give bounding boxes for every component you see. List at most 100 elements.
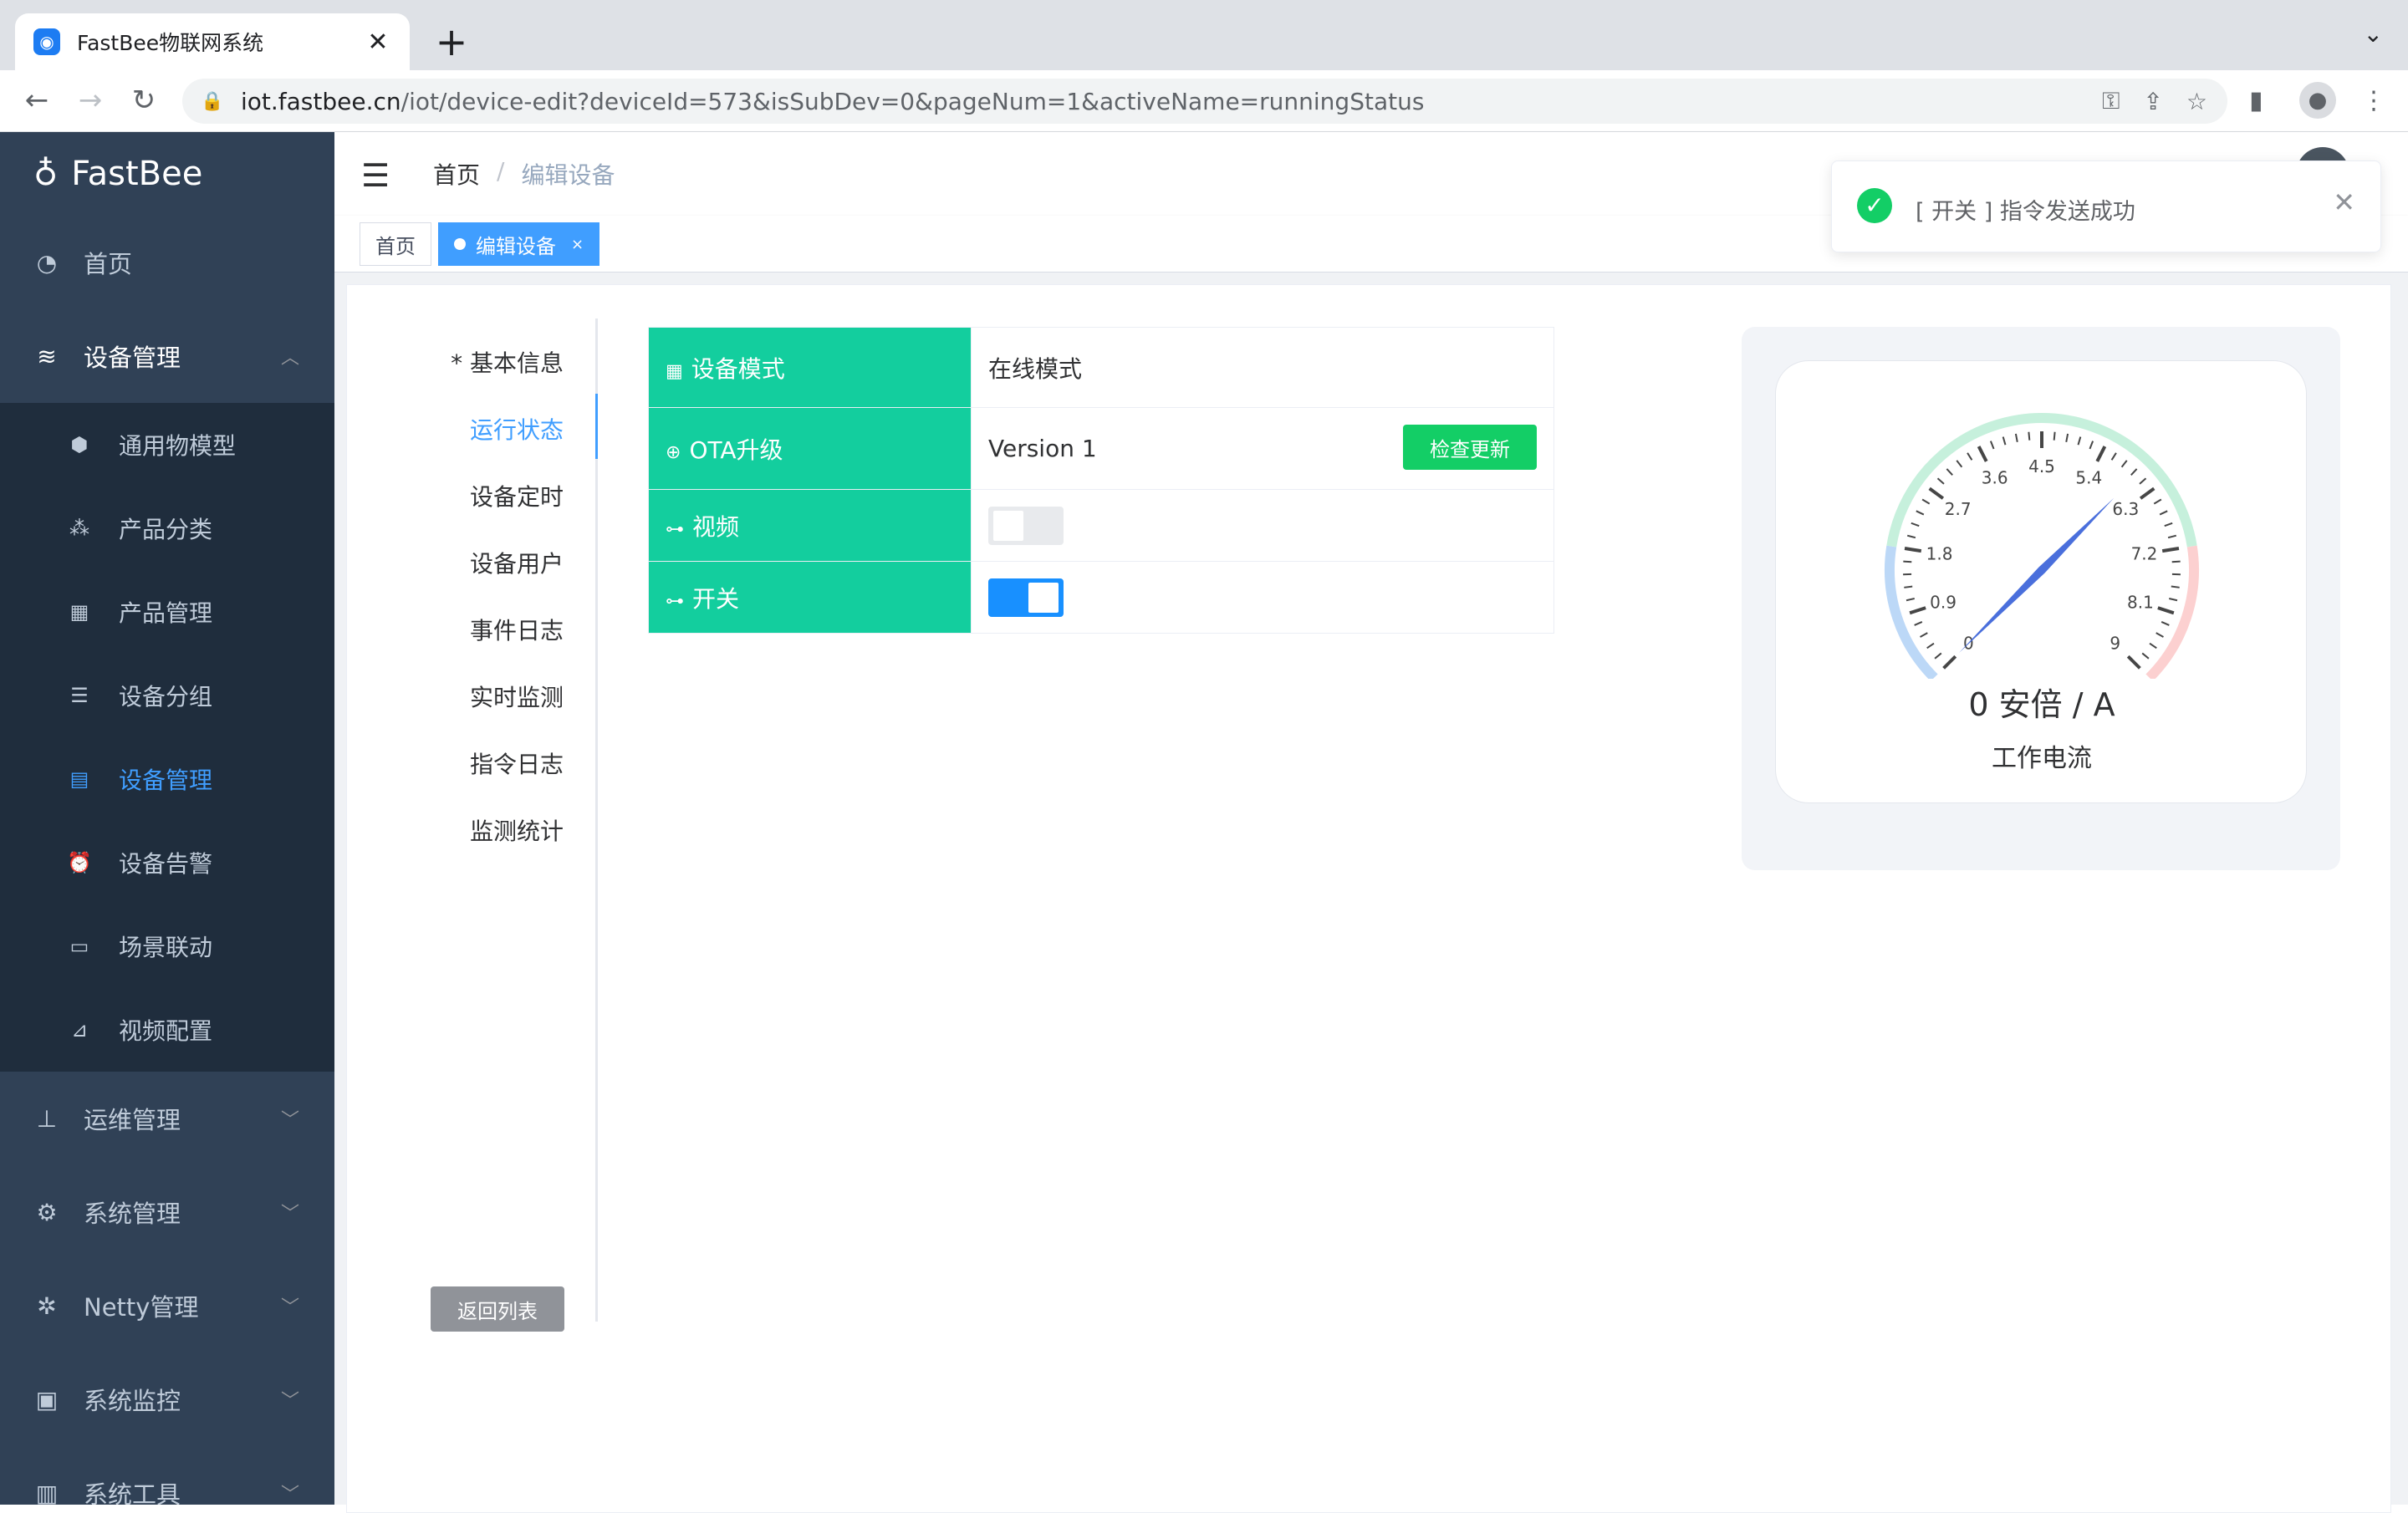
- gauge-minor-tick: [2028, 432, 2029, 441]
- hamburger-icon[interactable]: ☰: [361, 157, 390, 194]
- gauge-tick-label: 8.1: [2127, 592, 2154, 612]
- vertical-tabs: * 基本信息 运行状态 设备定时 设备用户 事件日志 实时监测 指令日志 监测统…: [347, 318, 598, 1322]
- tab-search-chevron-icon[interactable]: ⌄: [2364, 20, 2383, 48]
- breadcrumb-home[interactable]: 首页: [433, 157, 480, 191]
- tab-device-users[interactable]: 设备用户: [470, 546, 564, 579]
- row-label-text: OTA升级: [689, 436, 783, 464]
- sidebar-item-label: 运维管理: [84, 1101, 181, 1136]
- sidebar-item-device-group[interactable]: ☰ 设备分组: [0, 654, 334, 737]
- switch-knob: [1028, 583, 1059, 613]
- sitemap-icon: ⊥: [32, 1105, 62, 1133]
- server-icon: ▤: [67, 767, 92, 791]
- gauge-panel: 00.91.82.73.64.55.46.37.28.19 0 安倍 / A 工…: [1742, 327, 2340, 870]
- tag-close-icon[interactable]: ×: [571, 236, 584, 253]
- power-switch[interactable]: [988, 578, 1064, 617]
- back-arrow-icon[interactable]: ←: [18, 82, 55, 119]
- tab-command-log[interactable]: 指令日志: [470, 746, 564, 780]
- sidebar-item-monitor[interactable]: ▣ 系统监控 ﹀: [0, 1353, 334, 1446]
- monitor-icon: ▣: [32, 1386, 62, 1414]
- sidebar-item-label: Netty管理: [84, 1288, 198, 1323]
- breadcrumb-separator: /: [497, 157, 504, 191]
- sidebar-item-device-alarm[interactable]: ⏰ 设备告警: [0, 821, 334, 904]
- power-switch-cell: [972, 562, 1554, 634]
- gauge-major-tick: [1944, 656, 1956, 668]
- ota-version-cell: Version 1 检查更新: [972, 408, 1554, 490]
- sidebar-item-home[interactable]: ◔ 首页: [0, 216, 334, 309]
- sidebar-item-ops[interactable]: ⊥ 运维管理 ﹀: [0, 1072, 334, 1165]
- row-label-text: 开关: [692, 585, 739, 613]
- gauge-tick-label: 5.4: [2075, 468, 2102, 488]
- gauge-major-tick: [2158, 608, 2174, 613]
- browser-tab[interactable]: ◉ FastBee物联网系统 ✕: [15, 13, 410, 70]
- tab-realtime-monitor[interactable]: 实时监测: [470, 680, 564, 713]
- tree-icon: ⁂: [67, 517, 92, 540]
- browser-menu-icon[interactable]: ⋮: [2361, 82, 2386, 119]
- table-row: ⊶开关: [649, 562, 1554, 634]
- tag-home[interactable]: 首页: [360, 222, 431, 266]
- sidebar-item-device-management[interactable]: ≋ 设备管理 ︿: [0, 309, 334, 403]
- gauge-pointer: [1959, 498, 2114, 653]
- tab-monitor-stats[interactable]: 监测统计: [470, 813, 564, 847]
- scene-icon: ▭: [67, 935, 92, 958]
- tab-running-status[interactable]: 运行状态: [470, 412, 564, 446]
- share-icon[interactable]: ⇪: [2143, 88, 2162, 115]
- sidebar-item-device-list[interactable]: ▤ 设备管理: [0, 737, 334, 821]
- gauge-name: 工作电流: [1776, 737, 2308, 774]
- check-update-button[interactable]: 检查更新: [1403, 425, 1537, 470]
- toast-close-icon[interactable]: ✕: [2333, 186, 2355, 218]
- sidebar-item-tools[interactable]: ▥ 系统工具 ﹀: [0, 1446, 334, 1505]
- row-label-text: 视频: [692, 513, 739, 541]
- sidebar-item-thing-model[interactable]: ⬢ 通用物模型: [0, 403, 334, 487]
- sidebar-item-video-config[interactable]: ⊿ 视频配置: [0, 988, 334, 1072]
- sidebar-item-label: 系统监控: [84, 1382, 181, 1417]
- lock-icon[interactable]: 🔒: [201, 91, 226, 112]
- tab-event-log[interactable]: 事件日志: [470, 613, 564, 646]
- video-switch[interactable]: [988, 507, 1064, 545]
- sidebar-item-scene-linkage[interactable]: ▭ 场景联动: [0, 904, 334, 988]
- gauge-minor-tick: [2122, 461, 2127, 467]
- forward-arrow-icon[interactable]: →: [72, 82, 109, 119]
- row-label: ▦设备模式: [649, 328, 972, 408]
- breadcrumb-current: 编辑设备: [521, 157, 615, 191]
- gauge-major-tick: [1910, 608, 1926, 613]
- device-mode-value: 在线模式: [972, 328, 1554, 408]
- gauge-minor-tick: [1927, 644, 1934, 649]
- network-icon: ✲: [32, 1292, 62, 1320]
- tag-edit-device[interactable]: 编辑设备 ×: [438, 222, 599, 266]
- sidebar-item-product-management[interactable]: ▦ 产品管理: [0, 570, 334, 654]
- list-icon: ☰: [67, 684, 92, 707]
- tab-basic-info[interactable]: * 基本信息: [451, 345, 564, 379]
- profile-avatar-icon[interactable]: ●: [2299, 82, 2336, 119]
- side-panel-icon[interactable]: ▮: [2249, 82, 2263, 119]
- app-main: * 基本信息 运行状态 设备定时 设备用户 事件日志 实时监测 指令日志 监测统…: [334, 273, 2408, 1505]
- current-gauge: 00.91.82.73.64.55.46.37.28.19: [1776, 361, 2308, 679]
- sidebar-item-label: 产品分类: [119, 512, 212, 545]
- star-icon[interactable]: ☆: [2186, 88, 2207, 115]
- key-icon[interactable]: ⚿: [2102, 87, 2120, 115]
- layers-icon: ≋: [32, 343, 62, 370]
- gauge-minor-tick: [1937, 478, 1944, 484]
- tab-device-timer[interactable]: 设备定时: [470, 479, 564, 512]
- address-bar[interactable]: 🔒 iot.fastbee.cn/iot/device-edit?deviceI…: [182, 79, 2227, 124]
- browser-tab-close-button[interactable]: ✕: [365, 28, 391, 57]
- gauge-minor-tick: [2066, 434, 2068, 442]
- new-tab-button[interactable]: +: [433, 18, 470, 65]
- sidebar-item-label: 首页: [84, 245, 132, 280]
- reload-icon[interactable]: ↻: [125, 82, 162, 119]
- fastbee-favicon-icon: ◉: [33, 28, 60, 55]
- brand-logo[interactable]: ♁ FastBee: [0, 132, 334, 216]
- sidebar-item-label: 设备分组: [119, 679, 212, 712]
- check-circle-icon: ✓: [1857, 188, 1892, 223]
- bee-logo-icon: ♁: [33, 155, 58, 193]
- gauge-minor-tick: [2131, 469, 2137, 475]
- sidebar-item-label: 视频配置: [119, 1013, 212, 1047]
- tag-label: 首页: [375, 230, 416, 259]
- sidebar-item-label: 系统工具: [84, 1475, 181, 1505]
- sidebar-item-label: 系统管理: [84, 1195, 181, 1230]
- sidebar-item-netty[interactable]: ✲ Netty管理 ﹀: [0, 1259, 334, 1353]
- sidebar-item-product-category[interactable]: ⁂ 产品分类: [0, 487, 334, 570]
- back-to-list-button[interactable]: 返回列表: [431, 1286, 564, 1332]
- url-text[interactable]: iot.fastbee.cn/iot/device-edit?deviceId=…: [241, 88, 1424, 115]
- gauge-minor-tick: [2156, 633, 2164, 637]
- sidebar-item-system[interactable]: ⚙ 系统管理 ﹀: [0, 1165, 334, 1259]
